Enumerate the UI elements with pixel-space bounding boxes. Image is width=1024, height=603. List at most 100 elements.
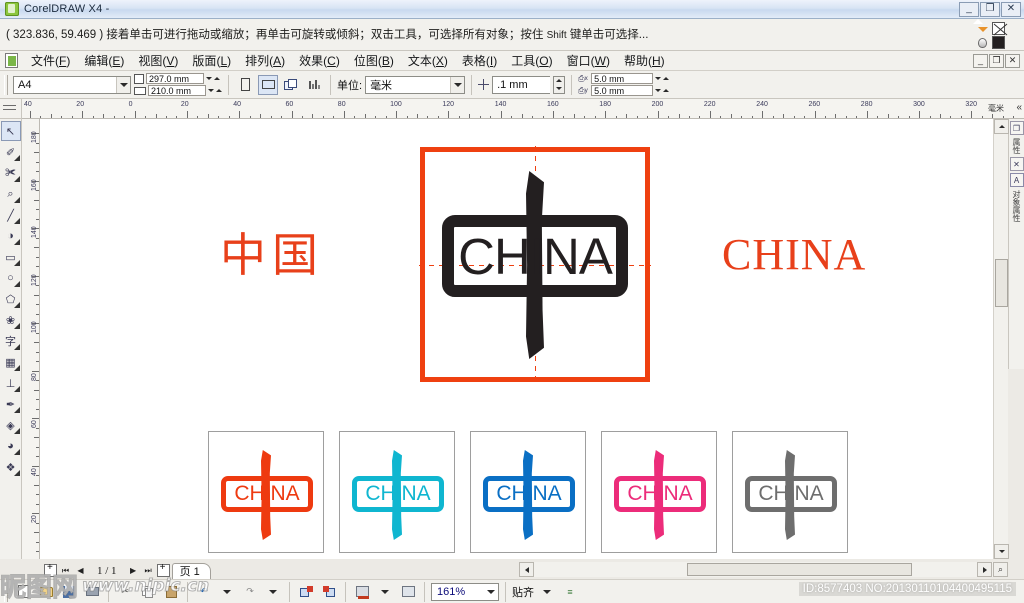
- chinese-title-text[interactable]: 中国: [220, 219, 324, 285]
- scroll-left-button[interactable]: [519, 562, 534, 577]
- rectangle-tool[interactable]: ▭: [1, 247, 21, 267]
- doc-minimize-button[interactable]: _: [973, 53, 988, 68]
- scroll-down-button[interactable]: [994, 544, 1009, 559]
- duplicate-y-field[interactable]: 5.0 mm: [591, 85, 654, 96]
- export-icon[interactable]: [319, 582, 339, 601]
- interactive-fill-tool[interactable]: ❖: [1, 457, 21, 477]
- flyout-arrow-icon[interactable]: [13, 365, 20, 371]
- dimension-tool[interactable]: ⊥: [1, 373, 21, 393]
- previous-page-button[interactable]: ◀: [74, 564, 87, 577]
- copy-icon[interactable]: [138, 582, 158, 601]
- collapse-icon[interactable]: «: [1016, 102, 1022, 113]
- horizontal-ruler[interactable]: 毫米 « 40 20 0 20 40 60 80 100 120 140 160 180 200 220 2…: [22, 99, 1024, 119]
- logo-variant-cyan[interactable]: CHINA: [339, 431, 455, 553]
- first-page-button[interactable]: ⏮: [59, 564, 72, 577]
- menu-item-bitmaps[interactable]: 位图(B): [347, 50, 401, 71]
- flyout-arrow-icon[interactable]: [13, 407, 20, 413]
- redo-dropdown[interactable]: [263, 582, 283, 601]
- last-page-button[interactable]: ⏭: [142, 564, 155, 577]
- polygon-tool[interactable]: ⬠: [1, 289, 21, 309]
- menu-item-help[interactable]: 帮助(H): [617, 50, 672, 71]
- page-height-field[interactable]: 210.0 mm: [148, 85, 206, 96]
- properties-docker[interactable]: ❐ 属性 ✕ A 对象属性: [1008, 119, 1024, 369]
- import-icon[interactable]: [296, 582, 316, 601]
- menu-item-arrange[interactable]: 排列(A): [238, 50, 292, 71]
- document-icon[interactable]: [5, 53, 18, 68]
- menu-item-edit[interactable]: 编辑(E): [77, 50, 131, 71]
- blend-tool[interactable]: ✒: [1, 394, 21, 414]
- page-width-field[interactable]: 297.0 mm: [146, 73, 204, 84]
- basic-shapes-tool[interactable]: ❀: [1, 310, 21, 330]
- flyout-arrow-icon[interactable]: [13, 344, 20, 350]
- menu-item-tools[interactable]: 工具(O): [504, 50, 559, 71]
- menu-item-layout[interactable]: 版面(L): [185, 50, 238, 71]
- fill-tool[interactable]: ◕: [1, 436, 21, 456]
- apply-to-all-pages-button[interactable]: [281, 75, 301, 95]
- bitmap-icon[interactable]: [398, 582, 418, 601]
- logo-variant-orange-red[interactable]: CHINA: [208, 431, 324, 553]
- crop-tool[interactable]: ✀: [1, 163, 21, 183]
- flyout-arrow-icon[interactable]: [13, 323, 20, 329]
- scroll-right-button[interactable]: [977, 562, 992, 577]
- portrait-orientation-button[interactable]: [235, 75, 255, 95]
- unit-combo[interactable]: 毫米: [365, 75, 466, 94]
- options-icon[interactable]: ≡: [560, 582, 580, 601]
- cut-icon[interactable]: ✂: [115, 582, 135, 601]
- vertical-scroll-thumb[interactable]: [995, 259, 1008, 307]
- doc-close-button[interactable]: ✕: [1005, 53, 1020, 68]
- menu-item-table[interactable]: 表格(I): [455, 50, 504, 71]
- menu-item-text[interactable]: 文本(X): [401, 50, 455, 71]
- snap-to-label[interactable]: 贴齐: [512, 584, 534, 600]
- logo-variant-magenta-pink[interactable]: CHINA: [601, 431, 717, 553]
- flyout-arrow-icon[interactable]: [13, 155, 20, 161]
- scroll-up-button[interactable]: [994, 119, 1009, 134]
- flyout-arrow-icon[interactable]: [13, 470, 20, 476]
- redo-icon[interactable]: ↷: [240, 582, 260, 601]
- zoom-tool[interactable]: ⌕: [1, 184, 21, 204]
- add-page-start-button[interactable]: [44, 562, 57, 577]
- chevron-down-icon[interactable]: [116, 76, 130, 93]
- flyout-arrow-icon[interactable]: [13, 386, 20, 392]
- nudge-offset-field[interactable]: .1 mm: [492, 75, 551, 94]
- maximize-button[interactable]: ❐: [980, 1, 1000, 17]
- flyout-arrow-icon[interactable]: [13, 281, 20, 287]
- flyout-arrow-icon[interactable]: [13, 218, 20, 224]
- undo-icon[interactable]: ↶: [194, 582, 214, 601]
- add-page-end-button[interactable]: [156, 562, 170, 577]
- docker-restore-button[interactable]: ❐: [1009, 121, 1024, 135]
- outline-tool[interactable]: ◈: [1, 415, 21, 435]
- freehand-tool[interactable]: ╱: [1, 205, 21, 225]
- ellipse-tool[interactable]: ○: [1, 268, 21, 288]
- chevron-down-icon[interactable]: [450, 76, 465, 93]
- duplicate-y-spinner[interactable]: [655, 89, 670, 92]
- landscape-orientation-button[interactable]: [258, 74, 278, 95]
- nudge-offset-spinner[interactable]: [553, 75, 566, 94]
- flyout-arrow-icon[interactable]: [13, 176, 20, 182]
- logo-variant-gray[interactable]: CHINA: [732, 431, 848, 553]
- flyout-arrow-icon[interactable]: [13, 302, 20, 308]
- object-properties-icon[interactable]: A: [1009, 173, 1024, 187]
- logo-variant-blue[interactable]: CHINA: [470, 431, 586, 553]
- text-tool[interactable]: 字: [1, 331, 21, 351]
- flyout-arrow-icon[interactable]: [13, 239, 20, 245]
- apply-to-current-page-button[interactable]: [304, 75, 324, 95]
- table-tool[interactable]: ▦: [1, 352, 21, 372]
- close-button[interactable]: ✕: [1001, 1, 1021, 17]
- undo-dropdown[interactable]: [217, 582, 237, 601]
- menu-item-file[interactable]: 文件(F): [24, 50, 77, 71]
- paper-size-combo[interactable]: A4: [13, 75, 131, 94]
- save-icon[interactable]: [59, 582, 79, 601]
- page-height-spinner[interactable]: [208, 89, 222, 92]
- toolbar-grip[interactable]: [4, 74, 8, 95]
- flyout-arrow-icon[interactable]: [13, 197, 20, 203]
- open-document-icon[interactable]: [36, 582, 56, 601]
- duplicate-x-spinner[interactable]: [655, 77, 670, 80]
- drawing-canvas[interactable]: 中国 CHINA CHINA CHINA CHINA CHINA CHINA CHINA: [40, 119, 1008, 559]
- next-page-button[interactable]: ▶: [127, 564, 140, 577]
- flyout-arrow-icon[interactable]: [13, 428, 20, 434]
- shape-tool[interactable]: ✐: [1, 142, 21, 162]
- pick-tool[interactable]: ↖: [0, 121, 21, 141]
- flyout-arrow-icon[interactable]: [13, 260, 20, 266]
- chevron-down-icon[interactable]: [484, 584, 498, 600]
- statusbar-grip[interactable]: [4, 581, 8, 602]
